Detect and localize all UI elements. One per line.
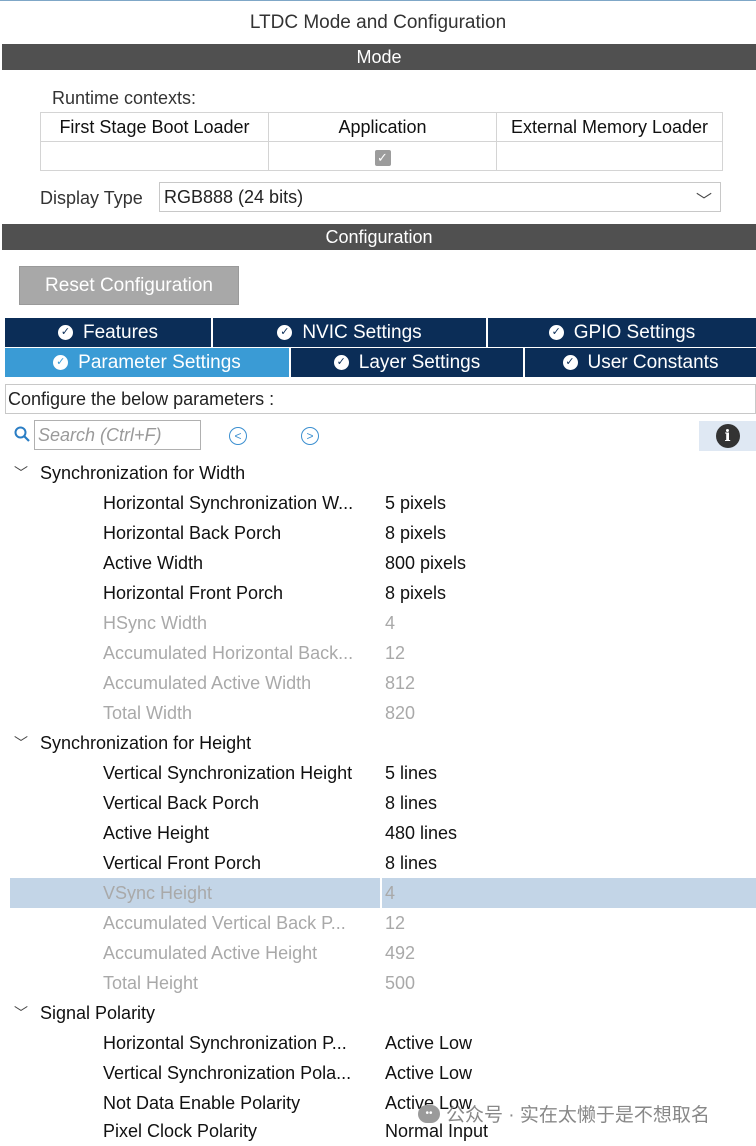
context-cell-external-loader[interactable]	[496, 141, 723, 171]
param-row[interactable]: Total Width 820	[0, 698, 756, 728]
context-header-external-loader: External Memory Loader	[496, 112, 723, 142]
param-row[interactable]: Horizontal Synchronization P... Active Lo…	[0, 1028, 756, 1058]
group-synchronization-width[interactable]: ﹀ Synchronization for Width	[0, 458, 756, 488]
param-row[interactable]: Accumulated Active Height 492	[0, 938, 756, 968]
wechat-icon: ••	[418, 1104, 440, 1123]
check-circle-icon: ✓	[277, 325, 293, 340]
chevron-down-icon[interactable]: ﹀	[14, 463, 28, 483]
runtime-contexts-label: Runtime contexts:	[52, 88, 197, 108]
param-row[interactable]: Horizontal Front Porch 8 pixels	[0, 578, 756, 608]
param-row[interactable]: Vertical Synchronization Pola... Active L…	[0, 1058, 756, 1088]
mode-header: Mode	[2, 44, 756, 70]
param-row[interactable]: Active Height 480 lines	[0, 818, 756, 848]
context-header-fsbl: First Stage Boot Loader	[40, 112, 269, 142]
chevron-down-icon[interactable]: ﹀	[696, 187, 712, 211]
configuration-header: Configuration	[2, 224, 756, 250]
next-match-icon[interactable]: >	[301, 427, 319, 445]
param-row[interactable]: Active Width 800 pixels	[0, 548, 756, 578]
context-header-application: Application	[268, 112, 497, 142]
check-circle-icon: ✓	[58, 325, 73, 340]
tab-row-bottom: ✓ Parameter Settings ✓ Layer Settings ✓ Use…	[5, 348, 756, 377]
check-circle-icon: ✓	[548, 325, 564, 340]
tab-row-top: ✓ Features ✓ NVIC Settings ✓ GPIO Settings	[5, 318, 756, 347]
param-row-selected[interactable]: VSync Height 4	[10, 878, 756, 908]
display-type-label: Display Type	[40, 188, 143, 208]
reset-configuration-button[interactable]: Reset Configuration	[19, 266, 239, 305]
chevron-down-icon[interactable]: ﹀	[14, 733, 28, 753]
application-checkbox[interactable]: ✓	[374, 149, 391, 166]
param-row[interactable]: Total Height 500	[0, 968, 756, 998]
chevron-down-icon[interactable]: ﹀	[14, 1003, 28, 1023]
tab-parameter-settings[interactable]: ✓ Parameter Settings	[5, 348, 291, 377]
param-row[interactable]: Vertical Back Porch 8 lines	[0, 788, 756, 818]
info-icon: i	[715, 424, 740, 448]
context-cell-fsbl[interactable]	[40, 141, 269, 171]
tab-user-constants[interactable]: ✓ User Constants	[525, 348, 756, 377]
display-type-value: RGB888 (24 bits)	[164, 186, 304, 207]
tab-gpio-settings[interactable]: ✓ GPIO Settings	[488, 318, 756, 347]
display-type-select[interactable]: RGB888 (24 bits) ﹀	[159, 182, 721, 212]
context-cell-application[interactable]: ✓	[268, 141, 497, 171]
search-icon	[14, 426, 30, 447]
column-divider	[380, 878, 382, 908]
param-row[interactable]: Horizontal Back Porch 8 pixels	[0, 518, 756, 548]
param-row[interactable]: Accumulated Horizontal Back... 12	[0, 638, 756, 668]
previous-match-icon[interactable]: <	[229, 427, 247, 445]
param-row[interactable]: HSync Width 4	[0, 608, 756, 638]
check-circle-icon: ✓	[53, 355, 69, 370]
param-row[interactable]: Horizontal Synchronization W... 5 pixels	[0, 488, 756, 518]
param-row[interactable]: Accumulated Active Width 812	[0, 668, 756, 698]
check-circle-icon: ✓	[562, 355, 578, 370]
tab-layer-settings[interactable]: ✓ Layer Settings	[291, 348, 525, 377]
parameters-caption: Configure the below parameters :	[5, 384, 756, 414]
param-row[interactable]: Vertical Front Porch 8 lines	[0, 848, 756, 878]
tab-nvic-settings[interactable]: ✓ NVIC Settings	[213, 318, 488, 347]
runtime-contexts-table: First Stage Boot Loader Application Exte…	[40, 112, 723, 171]
info-button[interactable]: i	[699, 421, 756, 451]
group-synchronization-height[interactable]: ﹀ Synchronization for Height	[0, 728, 756, 758]
param-row[interactable]: Accumulated Vertical Back P... 12	[0, 908, 756, 938]
param-row[interactable]: Vertical Synchronization Height 5 lines	[0, 758, 756, 788]
tab-features[interactable]: ✓ Features	[5, 318, 213, 347]
search-input[interactable]: Search (Ctrl+F)	[34, 420, 201, 450]
check-circle-icon: ✓	[333, 355, 349, 370]
window-title: LTDC Mode and Configuration	[0, 0, 756, 44]
watermark: •• 公众号 · 实在太懒于是不想取名	[418, 1100, 710, 1127]
group-signal-polarity[interactable]: ﹀ Signal Polarity	[0, 998, 756, 1028]
